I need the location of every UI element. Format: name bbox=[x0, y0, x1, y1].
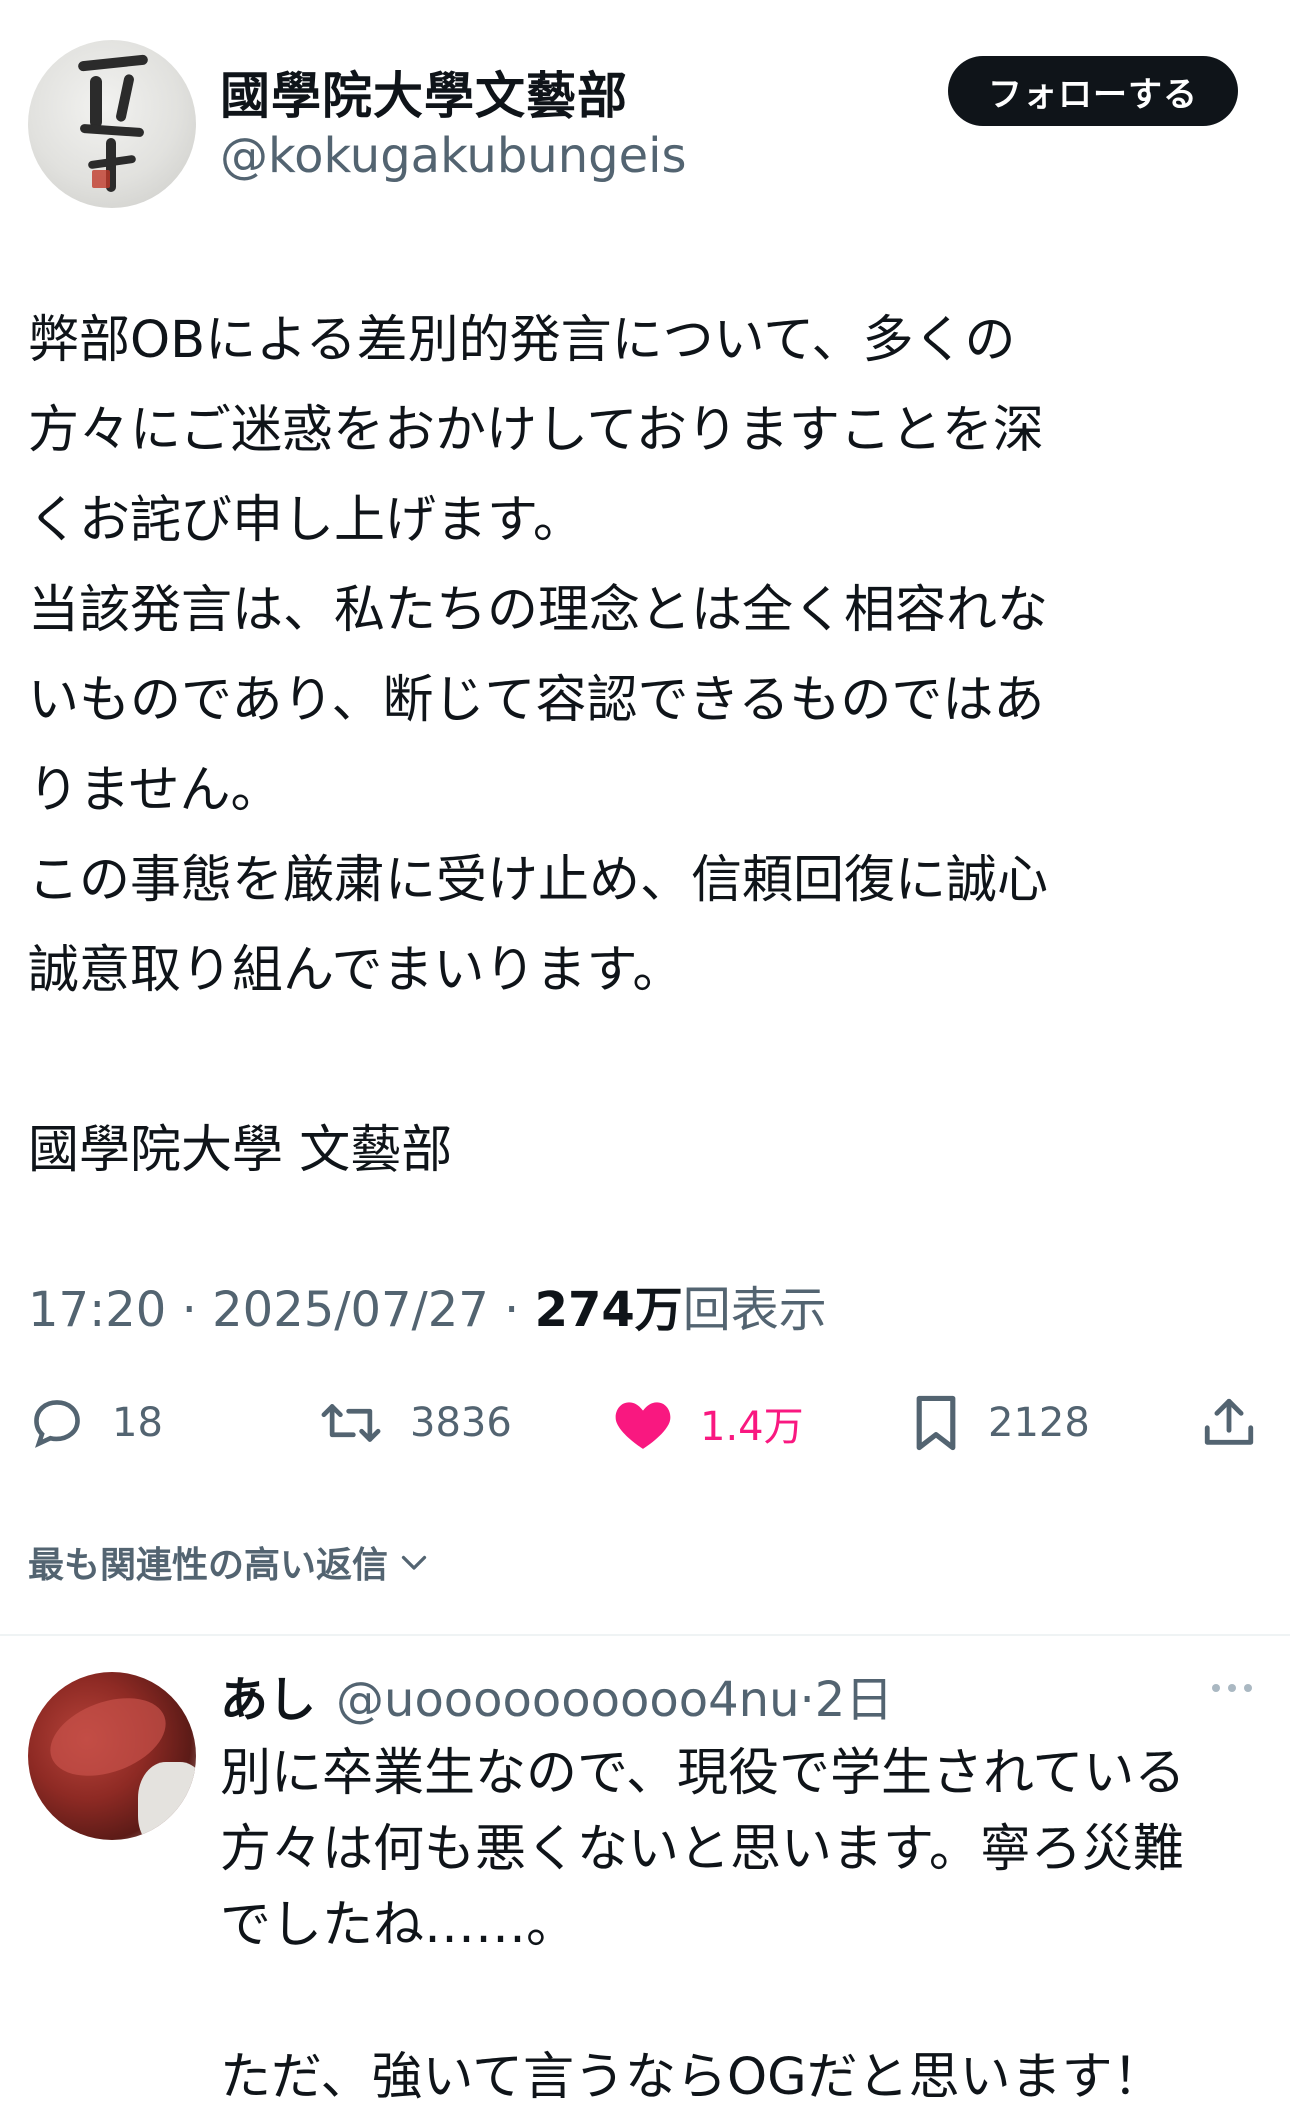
view-count: 274万 bbox=[534, 1282, 683, 1338]
tweet-text-line: 誠意取り組んでまいります。 bbox=[28, 941, 684, 1000]
reply-separator: · bbox=[799, 1672, 815, 1728]
follow-button[interactable]: フォローする bbox=[948, 56, 1238, 126]
reply-text-line: でしたね……。 bbox=[220, 1896, 578, 1955]
reply-action[interactable]: 18 bbox=[28, 1388, 163, 1458]
account-handle[interactable]: @kokugakubungeis bbox=[220, 128, 686, 184]
like-count: 1.4万 bbox=[700, 1404, 804, 1450]
bookmark-action[interactable]: 2128 bbox=[910, 1388, 1090, 1458]
chevron-down-icon bbox=[401, 1555, 427, 1570]
divider bbox=[0, 1634, 1290, 1636]
share-action[interactable] bbox=[1200, 1388, 1258, 1458]
tweet-text-line: くお詫び申し上げます。 bbox=[28, 491, 584, 550]
account-avatar[interactable] bbox=[28, 40, 196, 208]
view-count-label: 回表示 bbox=[682, 1282, 827, 1338]
replies-sort-label: 最も関連性の高い返信 bbox=[28, 1545, 389, 1586]
share-icon bbox=[1204, 1398, 1254, 1445]
reply-avatar[interactable] bbox=[28, 1672, 196, 1840]
replies-sort-dropdown[interactable]: 最も関連性の高い返信 bbox=[28, 1536, 432, 1588]
retweet-icon bbox=[321, 1404, 381, 1442]
tweet-time[interactable]: 17:20 bbox=[28, 1282, 166, 1338]
reply-icon bbox=[34, 1400, 80, 1448]
heart-icon bbox=[615, 1402, 671, 1449]
more-options-icon[interactable] bbox=[1210, 1680, 1254, 1700]
reply-text-line: 別に卒業生なので、現役で学生されている bbox=[220, 1744, 1186, 1803]
reply-author-handle[interactable]: @uoooooooooo4nu bbox=[336, 1672, 799, 1728]
like-action[interactable]: 1.4万 bbox=[612, 1388, 804, 1458]
reply-author-name[interactable]: あし bbox=[220, 1660, 316, 1730]
tweet-date[interactable]: 2025/07/27 bbox=[212, 1282, 489, 1338]
tweet-meta: 17:20 · 2025/07/27 · 274万回表示 bbox=[28, 1270, 827, 1340]
reply-text: 別に卒業生なので、現役で学生されている 方々は何も悪くないと思います。寧ろ災難 … bbox=[220, 1736, 1280, 2116]
tweet-text-line: 方々にご迷惑をおかけしておりますことを深 bbox=[28, 401, 1044, 460]
reply-text-line: 方々は何も悪くないと思います。寧ろ災難 bbox=[220, 1820, 1184, 1879]
retweet-count: 3836 bbox=[410, 1400, 512, 1446]
reply-time[interactable]: 2日 bbox=[815, 1660, 894, 1730]
tweet-text-line: りません。 bbox=[28, 761, 282, 820]
tweet-text-line: この事態を厳粛に受け止め、信頼回復に誠心 bbox=[28, 851, 1049, 910]
tweet-text: 弊部OBによる差別的発言について、多くの 方々にご迷惑をおかけしておりますことを… bbox=[28, 296, 1258, 1196]
tweet-text-line: いものであり、断じて容認できるものではあ bbox=[28, 671, 1045, 730]
tweet-text-line: 当該発言は、私たちの理念とは全く相容れな bbox=[28, 581, 1049, 640]
account-display-name[interactable]: 國學院大學文藝部 bbox=[220, 56, 628, 128]
bookmark-icon bbox=[916, 1395, 956, 1451]
reply-count: 18 bbox=[112, 1400, 163, 1446]
reply-text-line: ただ、強いて言うならOGだと思います！ bbox=[220, 2048, 1164, 2107]
bookmark-count: 2128 bbox=[988, 1400, 1090, 1446]
meta-separator: · bbox=[504, 1282, 520, 1338]
tweet-signature: 國學院大學 文藝部 bbox=[28, 1121, 453, 1180]
retweet-action[interactable]: 3836 bbox=[318, 1388, 512, 1458]
meta-separator: · bbox=[181, 1282, 197, 1338]
tweet-text-line: 弊部OBによる差別的発言について、多くの bbox=[28, 311, 1016, 370]
reply-header: あし @uoooooooooo4nu · 2日 bbox=[220, 1660, 893, 1730]
